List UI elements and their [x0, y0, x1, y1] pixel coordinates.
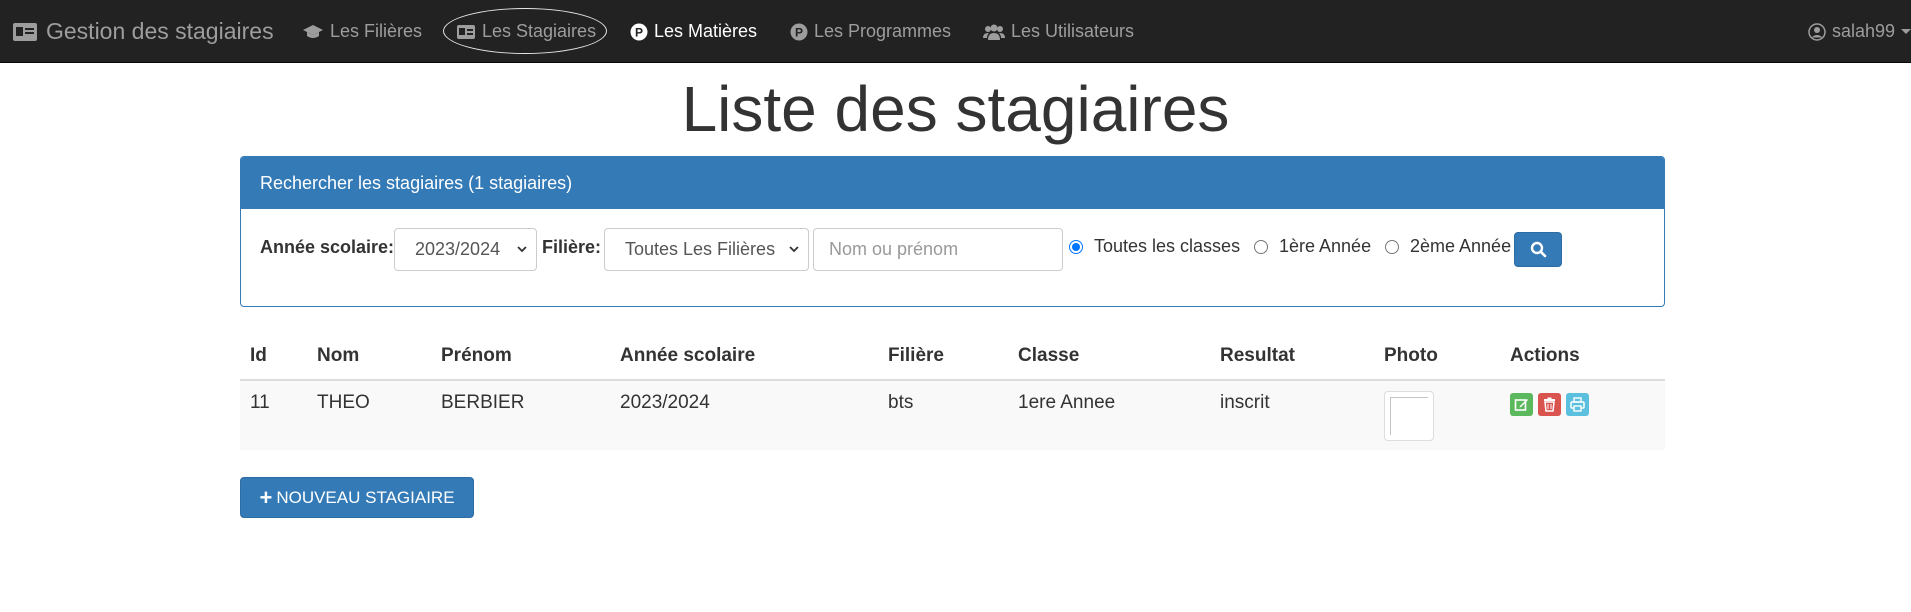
th-annee: Année scolaire — [620, 345, 756, 366]
top-navbar: Gestion des stagiaires Les Filières Les … — [0, 0, 1911, 63]
users-icon — [983, 24, 1005, 40]
table-header-row: Id Nom Prénom Année scolaire Filière Cla… — [240, 335, 1665, 381]
table-row: 11 THEO BERBIER 2023/2024 bts 1ere Annee… — [240, 381, 1665, 450]
radio-toutes-classes[interactable]: Toutes les classes — [1069, 236, 1240, 257]
brand-title: Gestion des stagiaires — [46, 18, 274, 44]
cell-id: 11 — [250, 392, 270, 413]
trash-icon — [1544, 397, 1555, 412]
nav-matieres[interactable]: P Les Matières — [630, 0, 757, 63]
id-card-icon — [13, 22, 37, 41]
new-stagiaire-button[interactable]: + NOUVEAU STAGIAIRE — [240, 477, 474, 518]
print-button[interactable] — [1566, 393, 1589, 416]
th-nom: Nom — [317, 345, 360, 366]
filiere-select[interactable]: Toutes Les Filières — [604, 228, 809, 271]
nav-filieres[interactable]: Les Filières — [302, 0, 422, 63]
th-classe: Classe — [1018, 345, 1080, 366]
radio-toutes-classes-label: Toutes les classes — [1094, 236, 1241, 256]
search-button[interactable] — [1514, 232, 1562, 267]
svg-text:P: P — [795, 25, 803, 39]
photo-thumbnail — [1384, 391, 1434, 441]
nav-utilisateurs-label: Les Utilisateurs — [1011, 21, 1135, 41]
th-photo: Photo — [1384, 345, 1438, 366]
delete-button[interactable] — [1538, 393, 1561, 416]
cell-classe: 1ere Annee — [1018, 392, 1116, 413]
cell-nom: THEO — [317, 392, 370, 413]
new-stagiaire-label: NOUVEAU STAGIAIRE — [276, 487, 455, 507]
radio-2eme-annee[interactable]: 2ème Année — [1385, 236, 1511, 257]
edit-button[interactable] — [1510, 393, 1533, 416]
annee-select[interactable]: 2023/2024 — [394, 228, 537, 271]
radio-1ere-annee[interactable]: 1ère Année — [1254, 236, 1371, 257]
search-panel-heading: Rechercher les stagiaires (1 stagiaires) — [241, 157, 1664, 209]
radio-2eme-annee-label: 2ème Année — [1410, 236, 1512, 256]
radio-button[interactable] — [1385, 239, 1399, 254]
user-circle-icon — [1808, 22, 1826, 41]
radio-button-checked[interactable] — [1069, 239, 1083, 254]
print-icon — [1570, 397, 1585, 412]
p-circle-icon: P — [630, 23, 648, 40]
search-panel: Rechercher les stagiaires (1 stagiaires)… — [240, 156, 1665, 307]
nav-utilisateurs[interactable]: Les Utilisateurs — [983, 0, 1134, 63]
plus-icon: + — [259, 484, 273, 510]
nav-stagiaires[interactable]: Les Stagiaires — [456, 0, 596, 63]
svg-text:P: P — [635, 25, 643, 39]
th-resultat: Resultat — [1220, 345, 1295, 366]
radio-1ere-annee-label: 1ère Année — [1279, 236, 1372, 256]
annee-select-value: 2023/2024 — [415, 239, 501, 259]
th-actions: Actions — [1510, 345, 1580, 366]
name-search-input[interactable]: Nom ou prénom — [813, 228, 1063, 271]
nav-matieres-label: Les Matières — [654, 21, 758, 41]
radio-button[interactable] — [1254, 239, 1268, 254]
search-icon — [1530, 241, 1546, 258]
page-title: Liste des stagiaires — [681, 73, 1230, 145]
chevron-down-icon — [789, 246, 799, 253]
nav-programmes[interactable]: P Les Programmes — [790, 0, 951, 63]
filiere-label: Filière: — [542, 237, 602, 257]
th-prenom: Prénom — [441, 345, 512, 366]
cell-filiere: bts — [888, 392, 914, 413]
stagiaires-table: Id Nom Prénom Année scolaire Filière Cla… — [240, 335, 1665, 450]
id-card-icon — [457, 24, 475, 39]
th-id: Id — [250, 345, 267, 366]
th-filiere: Filière — [888, 345, 944, 366]
chevron-down-icon — [517, 246, 527, 253]
p-circle-icon: P — [790, 23, 808, 40]
broken-image-icon — [1390, 397, 1428, 435]
graduation-cap-icon — [303, 24, 323, 38]
name-search-placeholder: Nom ou prénom — [829, 239, 959, 259]
annee-label: Année scolaire: — [260, 237, 395, 257]
cell-annee: 2023/2024 — [620, 392, 710, 413]
edit-icon — [1514, 399, 1528, 411]
brand-link[interactable]: Gestion des stagiaires — [12, 0, 274, 63]
cell-prenom: BERBIER — [441, 392, 525, 413]
nav-programmes-label: Les Programmes — [814, 21, 952, 41]
user-name: salah99 — [1831, 21, 1895, 41]
filiere-select-value: Toutes Les Filières — [625, 239, 776, 259]
nav-stagiaires-label: Les Stagiaires — [482, 21, 597, 41]
nav-filieres-label: Les Filières — [330, 21, 423, 41]
chevron-down-icon — [1901, 29, 1911, 34]
cell-resultat: inscrit — [1220, 392, 1270, 413]
search-panel-body: Année scolaire: 2023/2024 Filière: Toute… — [241, 209, 1664, 306]
user-menu[interactable]: salah99 — [1808, 0, 1911, 63]
